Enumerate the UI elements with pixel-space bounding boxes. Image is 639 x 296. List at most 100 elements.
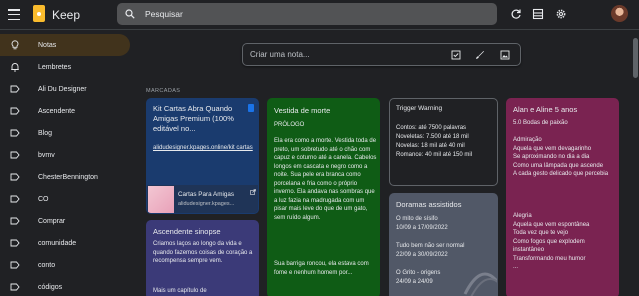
sidebar-item-label: conto: [38, 261, 56, 269]
label-icon: [10, 283, 20, 291]
label-icon: [10, 173, 20, 181]
lightbulb-icon: [11, 40, 19, 50]
sidebar-item-label: códigos: [38, 283, 63, 291]
note-title: Trigger Warning: [396, 105, 443, 112]
brush-icon[interactable]: [475, 50, 485, 60]
sidebar-item-label: comunidade: [38, 239, 77, 247]
sidebar-item-label: bvmv: [38, 151, 55, 159]
create-note-input[interactable]: [250, 44, 440, 65]
note-line: 10/09 a 17/09/2022: [396, 225, 448, 231]
refresh-icon[interactable]: [510, 8, 522, 20]
create-note-bar[interactable]: [242, 43, 521, 66]
note-doramas-assistidos[interactable]: Doramas assistidos O mito de sísifo 10/0…: [389, 193, 498, 296]
note-line: Alegria: [513, 213, 532, 219]
note-line: Tudo bem não ser normal: [396, 243, 465, 249]
sidebar-item-comunidade[interactable]: comunidade: [0, 232, 130, 254]
label-icon: [10, 151, 20, 159]
scroll-thumb[interactable]: [633, 38, 638, 78]
note-body: Mais um capítulo de: [153, 288, 207, 294]
note-line: A cada gesto delicado que percebia: [513, 171, 609, 177]
sidebar-item-conto[interactable]: conto: [0, 254, 130, 276]
menu-icon[interactable]: [8, 9, 20, 20]
settings-icon[interactable]: [555, 8, 567, 20]
top-bar: Keep: [0, 0, 639, 30]
main-scrollbar[interactable]: [632, 32, 639, 296]
note-title: Alan e Aline 5 anos: [513, 105, 578, 114]
note-title: Doramas assistidos: [396, 200, 462, 209]
note-line: O Grito - origens: [396, 270, 441, 276]
note-line: Se aproximando no dia a dia: [513, 154, 590, 160]
note-title: Vestida de morte: [274, 106, 331, 115]
label-icon: [10, 217, 20, 225]
note-subtitle: PRÓLOGO: [274, 122, 305, 128]
note-vestida-de-morte[interactable]: Vestida de morte PRÓLOGO Ela era como a …: [267, 98, 380, 296]
open-link-icon[interactable]: [250, 189, 256, 195]
keep-app: Keep Notas: [0, 0, 639, 296]
note-title: Kit Cartas Abra Quando Amigas Premium (1…: [153, 104, 234, 133]
sidebar-item-label: ChesterBennington: [38, 173, 98, 181]
sidebar-item-comprar[interactable]: Comprar: [0, 210, 130, 232]
note-line: ...: [513, 264, 519, 270]
sidebar-item-lembretes[interactable]: Lembretes: [0, 56, 130, 78]
sidebar-item-chesterbennington[interactable]: ChesterBennington: [0, 166, 130, 188]
search-bar[interactable]: [117, 3, 497, 25]
note-link[interactable]: alidudesigner.kpages.online/kit cartas: [153, 144, 253, 153]
sidebar-item-label: Notas: [38, 41, 57, 49]
sidebar-item-ali-du-designer[interactable]: Ali Du Designer: [0, 78, 130, 100]
note-line: Aquela que vem espontânea: [513, 221, 590, 228]
note-line: Como uma lâmpada que ascende: [513, 162, 604, 169]
keep-logo[interactable]: [33, 5, 45, 22]
note-line: Aquela que vem devagarinho: [513, 145, 592, 152]
sidebar-item-blog[interactable]: Blog: [0, 122, 130, 144]
note-line: O mito de sísifo: [396, 216, 438, 222]
note-line: Novelas: 18 mil até 40 mil: [396, 143, 465, 149]
label-icon: [10, 85, 20, 93]
label-icon: [10, 261, 20, 269]
sidebar-item-ascendente[interactable]: Ascendente: [0, 100, 130, 122]
note-alan-e-aline[interactable]: Alan e Aline 5 anos 5.0 Bodas de paixão …: [506, 98, 619, 296]
note-kit-cartas[interactable]: Kit Cartas Abra Quando Amigas Premium (1…: [146, 98, 259, 214]
search-icon[interactable]: [125, 9, 135, 19]
pin-icon[interactable]: [248, 104, 254, 112]
note-line: Como fogos que explodem instantâneo: [513, 238, 585, 254]
image-icon[interactable]: [500, 50, 510, 60]
sidebar-item-label: Ascendente: [38, 107, 75, 115]
avatar[interactable]: [611, 5, 628, 22]
search-input[interactable]: [145, 3, 485, 25]
note-line: 22/09 a 30/09/2022: [396, 252, 448, 258]
label-icon: [10, 107, 20, 115]
sidebar-item-label: Comprar: [38, 217, 66, 225]
sidebar-item-codigos[interactable]: códigos: [0, 276, 130, 296]
sidebar-item-label: CO: [38, 195, 49, 203]
note-line: 24/09 a 24/09: [396, 279, 433, 285]
link-preview-url: alidudesigner.kpages...: [178, 201, 235, 207]
list-view-icon[interactable]: [532, 8, 544, 20]
bell-icon: [11, 63, 19, 72]
link-preview-card[interactable]: Cartas Para Amigas alidudesigner.kpages.…: [147, 185, 258, 213]
sidebar-item-label: Blog: [38, 129, 53, 137]
note-line: Noveletas: 7.500 até 18 mil: [396, 134, 469, 140]
note-ascendente-sinopse[interactable]: Ascendente sinopse Criamos laços ao long…: [146, 220, 259, 296]
checkbox-icon[interactable]: [451, 50, 461, 60]
note-body: Criamos laços ao longo da vida e quando …: [153, 241, 253, 264]
note-title: Ascendente sinopse: [153, 227, 221, 236]
app-title[interactable]: Keep: [52, 8, 80, 22]
link-preview-title: Cartas Para Amigas: [178, 191, 234, 198]
sidebar-item-label: Ali Du Designer: [38, 85, 87, 93]
label-icon: [10, 239, 20, 247]
note-body: Sua barriga roncou, ela estava com fome …: [274, 261, 369, 276]
note-line: Toda vez que te vejo: [513, 230, 569, 236]
note-trigger-warning[interactable]: Trigger Warning Contos: até 7500 palavra…: [389, 98, 498, 186]
note-line: Admiração: [513, 137, 542, 143]
sidebar-item-label: Lembretes: [38, 63, 72, 71]
label-icon: [10, 195, 20, 203]
note-line: Transformando meu humor: [513, 255, 586, 262]
sidebar-item-bvmv[interactable]: bvmv: [0, 144, 130, 166]
sidebar-item-co[interactable]: CO: [0, 188, 130, 210]
sidebar-item-notas[interactable]: Notas: [0, 34, 130, 56]
note-line: Contos: até 7500 palavras: [396, 125, 467, 131]
note-subtitle: 5.0 Bodas de paixão: [513, 120, 568, 126]
note-line: Romance: 40 mil até 150 mil: [396, 152, 473, 158]
label-icon: [10, 129, 20, 137]
link-preview-thumbnail: [148, 186, 174, 213]
